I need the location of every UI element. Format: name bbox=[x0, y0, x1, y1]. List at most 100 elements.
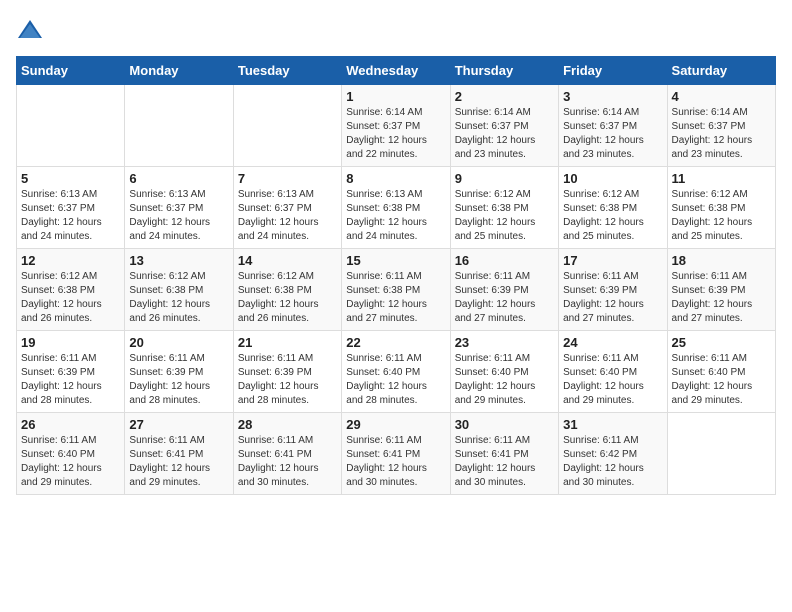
calendar-cell: 18 Sunrise: 6:11 AM Sunset: 6:39 PM Dayli… bbox=[667, 249, 775, 331]
weekday-header-friday: Friday bbox=[559, 57, 667, 85]
calendar-cell: 5 Sunrise: 6:13 AM Sunset: 6:37 PM Daylig… bbox=[17, 167, 125, 249]
page-header bbox=[16, 16, 776, 44]
day-info: Sunrise: 6:12 AM Sunset: 6:38 PM Dayligh… bbox=[672, 188, 771, 244]
weekday-header-tuesday: Tuesday bbox=[233, 57, 341, 85]
calendar-cell: 12Sunrise: 6:12 AM Sunset: 6:38 PM Dayli… bbox=[17, 249, 125, 331]
calendar-cell: 31 Sunrise: 6:11 AM Sunset: 6:42 PM Dayli… bbox=[559, 413, 667, 495]
day-number: 18 bbox=[672, 253, 771, 268]
weekday-header-row: SundayMondayTuesdayWednesdayThursdayFrid… bbox=[17, 57, 776, 85]
weekday-header-monday: Monday bbox=[125, 57, 233, 85]
day-info: Sunrise: 6:11 AM Sunset: 6:40 PM Dayligh… bbox=[346, 352, 445, 408]
calendar-cell: 23 Sunrise: 6:11 AM Sunset: 6:40 PM Dayli… bbox=[450, 331, 558, 413]
calendar-cell bbox=[125, 85, 233, 167]
day-info: Sunrise: 6:14 AM Sunset: 6:37 PM Dayligh… bbox=[563, 106, 662, 162]
day-info: Sunrise: 6:11 AM Sunset: 6:40 PM Dayligh… bbox=[21, 434, 120, 490]
day-number: 14 bbox=[238, 253, 337, 268]
day-info: Sunrise: 6:11 AM Sunset: 6:40 PM Dayligh… bbox=[672, 352, 771, 408]
day-info: Sunrise: 6:11 AM Sunset: 6:39 PM Dayligh… bbox=[238, 352, 337, 408]
calendar-cell: 15 Sunrise: 6:11 AM Sunset: 6:38 PM Dayli… bbox=[342, 249, 450, 331]
day-number: 15 bbox=[346, 253, 445, 268]
day-number: 16 bbox=[455, 253, 554, 268]
calendar-week-row: 5 Sunrise: 6:13 AM Sunset: 6:37 PM Daylig… bbox=[17, 167, 776, 249]
calendar-cell: 6 Sunrise: 6:13 AM Sunset: 6:37 PM Daylig… bbox=[125, 167, 233, 249]
day-info: Sunrise: 6:12 AM Sunset: 6:38 PM Dayligh… bbox=[129, 270, 228, 326]
day-number: 25 bbox=[672, 335, 771, 350]
calendar-cell: 13 Sunrise: 6:12 AM Sunset: 6:38 PM Dayli… bbox=[125, 249, 233, 331]
calendar-cell bbox=[233, 85, 341, 167]
day-info: Sunrise: 6:13 AM Sunset: 6:37 PM Dayligh… bbox=[21, 188, 120, 244]
calendar-cell bbox=[17, 85, 125, 167]
calendar-week-row: 12Sunrise: 6:12 AM Sunset: 6:38 PM Dayli… bbox=[17, 249, 776, 331]
day-info: Sunrise: 6:11 AM Sunset: 6:40 PM Dayligh… bbox=[455, 352, 554, 408]
day-info: Sunrise: 6:12 AM Sunset: 6:38 PM Dayligh… bbox=[455, 188, 554, 244]
day-info: Sunrise: 6:12 AM Sunset: 6:38 PM Dayligh… bbox=[238, 270, 337, 326]
day-info: Sunrise: 6:11 AM Sunset: 6:39 PM Dayligh… bbox=[672, 270, 771, 326]
day-number: 10 bbox=[563, 171, 662, 186]
calendar-cell: 20 Sunrise: 6:11 AM Sunset: 6:39 PM Dayli… bbox=[125, 331, 233, 413]
calendar-cell bbox=[667, 413, 775, 495]
day-number: 20 bbox=[129, 335, 228, 350]
calendar-cell: 25 Sunrise: 6:11 AM Sunset: 6:40 PM Dayli… bbox=[667, 331, 775, 413]
calendar-cell: 16 Sunrise: 6:11 AM Sunset: 6:39 PM Dayli… bbox=[450, 249, 558, 331]
day-info: Sunrise: 6:11 AM Sunset: 6:41 PM Dayligh… bbox=[455, 434, 554, 490]
logo-icon bbox=[16, 16, 44, 44]
day-number: 13 bbox=[129, 253, 228, 268]
day-info: Sunrise: 6:14 AM Sunset: 6:37 PM Dayligh… bbox=[672, 106, 771, 162]
day-info: Sunrise: 6:11 AM Sunset: 6:39 PM Dayligh… bbox=[21, 352, 120, 408]
calendar-cell: 30 Sunrise: 6:11 AM Sunset: 6:41 PM Dayli… bbox=[450, 413, 558, 495]
day-number: 31 bbox=[563, 417, 662, 432]
day-info: Sunrise: 6:13 AM Sunset: 6:37 PM Dayligh… bbox=[129, 188, 228, 244]
day-number: 5 bbox=[21, 171, 120, 186]
day-info: Sunrise: 6:11 AM Sunset: 6:39 PM Dayligh… bbox=[563, 270, 662, 326]
day-number: 3 bbox=[563, 89, 662, 104]
calendar-week-row: 19 Sunrise: 6:11 AM Sunset: 6:39 PM Dayli… bbox=[17, 331, 776, 413]
day-info: Sunrise: 6:13 AM Sunset: 6:38 PM Dayligh… bbox=[346, 188, 445, 244]
calendar-cell: 7Sunrise: 6:13 AM Sunset: 6:37 PM Daylig… bbox=[233, 167, 341, 249]
day-number: 19 bbox=[21, 335, 120, 350]
calendar-cell: 9 Sunrise: 6:12 AM Sunset: 6:38 PM Daylig… bbox=[450, 167, 558, 249]
day-info: Sunrise: 6:11 AM Sunset: 6:39 PM Dayligh… bbox=[455, 270, 554, 326]
day-number: 1 bbox=[346, 89, 445, 104]
day-number: 23 bbox=[455, 335, 554, 350]
day-info: Sunrise: 6:14 AM Sunset: 6:37 PM Dayligh… bbox=[346, 106, 445, 162]
day-number: 9 bbox=[455, 171, 554, 186]
day-info: Sunrise: 6:14 AM Sunset: 6:37 PM Dayligh… bbox=[455, 106, 554, 162]
day-info: Sunrise: 6:11 AM Sunset: 6:38 PM Dayligh… bbox=[346, 270, 445, 326]
calendar-cell: 17 Sunrise: 6:11 AM Sunset: 6:39 PM Dayli… bbox=[559, 249, 667, 331]
calendar-cell: 27 Sunrise: 6:11 AM Sunset: 6:41 PM Dayli… bbox=[125, 413, 233, 495]
day-number: 17 bbox=[563, 253, 662, 268]
day-info: Sunrise: 6:12 AM Sunset: 6:38 PM Dayligh… bbox=[21, 270, 120, 326]
day-info: Sunrise: 6:11 AM Sunset: 6:41 PM Dayligh… bbox=[129, 434, 228, 490]
calendar-week-row: 26Sunrise: 6:11 AM Sunset: 6:40 PM Dayli… bbox=[17, 413, 776, 495]
logo bbox=[16, 16, 48, 44]
weekday-header-thursday: Thursday bbox=[450, 57, 558, 85]
calendar-cell: 11Sunrise: 6:12 AM Sunset: 6:38 PM Dayli… bbox=[667, 167, 775, 249]
day-number: 24 bbox=[563, 335, 662, 350]
day-number: 27 bbox=[129, 417, 228, 432]
day-number: 2 bbox=[455, 89, 554, 104]
calendar-cell: 8 Sunrise: 6:13 AM Sunset: 6:38 PM Daylig… bbox=[342, 167, 450, 249]
day-number: 6 bbox=[129, 171, 228, 186]
calendar-cell: 29 Sunrise: 6:11 AM Sunset: 6:41 PM Dayli… bbox=[342, 413, 450, 495]
day-info: Sunrise: 6:13 AM Sunset: 6:37 PM Dayligh… bbox=[238, 188, 337, 244]
day-number: 30 bbox=[455, 417, 554, 432]
calendar-cell: 28Sunrise: 6:11 AM Sunset: 6:41 PM Dayli… bbox=[233, 413, 341, 495]
day-number: 4 bbox=[672, 89, 771, 104]
calendar-cell: 22Sunrise: 6:11 AM Sunset: 6:40 PM Dayli… bbox=[342, 331, 450, 413]
day-info: Sunrise: 6:11 AM Sunset: 6:42 PM Dayligh… bbox=[563, 434, 662, 490]
day-info: Sunrise: 6:11 AM Sunset: 6:39 PM Dayligh… bbox=[129, 352, 228, 408]
calendar-cell: 3 Sunrise: 6:14 AM Sunset: 6:37 PM Daylig… bbox=[559, 85, 667, 167]
weekday-header-wednesday: Wednesday bbox=[342, 57, 450, 85]
calendar-cell: 26Sunrise: 6:11 AM Sunset: 6:40 PM Dayli… bbox=[17, 413, 125, 495]
calendar-cell: 24Sunrise: 6:11 AM Sunset: 6:40 PM Dayli… bbox=[559, 331, 667, 413]
day-number: 28 bbox=[238, 417, 337, 432]
calendar-cell: 4 Sunrise: 6:14 AM Sunset: 6:37 PM Daylig… bbox=[667, 85, 775, 167]
day-number: 29 bbox=[346, 417, 445, 432]
day-info: Sunrise: 6:11 AM Sunset: 6:41 PM Dayligh… bbox=[346, 434, 445, 490]
calendar-cell: 10 Sunrise: 6:12 AM Sunset: 6:38 PM Dayli… bbox=[559, 167, 667, 249]
day-number: 8 bbox=[346, 171, 445, 186]
calendar-week-row: 1 Sunrise: 6:14 AM Sunset: 6:37 PM Daylig… bbox=[17, 85, 776, 167]
day-info: Sunrise: 6:12 AM Sunset: 6:38 PM Dayligh… bbox=[563, 188, 662, 244]
calendar-cell: 2 Sunrise: 6:14 AM Sunset: 6:37 PM Daylig… bbox=[450, 85, 558, 167]
calendar-table: SundayMondayTuesdayWednesdayThursdayFrid… bbox=[16, 56, 776, 495]
